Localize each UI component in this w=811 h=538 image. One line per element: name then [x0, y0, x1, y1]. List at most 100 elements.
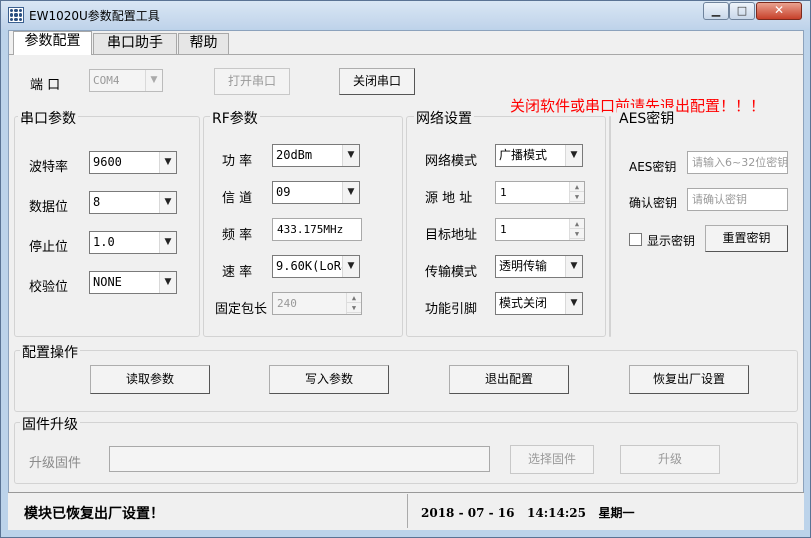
power-select[interactable]: 20dBm ▼ [272, 144, 360, 167]
fixed-length-label: 固定包长 [215, 302, 268, 317]
parity-value: NONE [93, 275, 122, 289]
rf-params-title: RF参数 [210, 108, 260, 128]
aes-key-field[interactable]: 请输入6~32位密钥 [687, 151, 788, 174]
maximize-button[interactable]: □ [729, 2, 755, 20]
app-grid-icon [8, 7, 24, 23]
port-value: COM4 [93, 74, 120, 87]
tab-serial-assistant[interactable]: 串口助手 [93, 33, 177, 54]
port-select[interactable]: COM4 ▼ [89, 69, 163, 92]
chevron-down-icon: ▼ [342, 182, 359, 203]
serial-params-group [14, 116, 200, 337]
close-port-button[interactable]: 关闭串口 [339, 68, 415, 95]
source-address-label: 源 地 址 [425, 191, 473, 206]
target-address-value: 1 [500, 223, 507, 236]
choose-firmware-button[interactable]: 选择固件 [510, 445, 594, 474]
aes-group [609, 116, 611, 337]
chevron-down-icon: ▼ [159, 192, 176, 213]
source-address-value: 1 [500, 186, 507, 199]
firmware-path-field[interactable] [109, 446, 490, 472]
port-label: 端 口 [30, 78, 61, 93]
rate-select[interactable]: 9.60K(LoRa) ▼ [272, 255, 360, 278]
channel-label: 信 道 [222, 191, 253, 206]
power-label: 功 率 [222, 154, 253, 169]
spin-buttons[interactable]: ▲ ▼ [569, 219, 584, 240]
write-params-button[interactable]: 写入参数 [269, 365, 389, 394]
show-key-checkbox[interactable] [629, 233, 642, 246]
reset-key-button[interactable]: 重置密钥 [705, 225, 788, 252]
tab-help[interactable]: 帮助 [178, 33, 229, 54]
spin-down-icon[interactable]: ▼ [347, 303, 361, 313]
read-params-button[interactable]: 读取参数 [90, 365, 210, 394]
app-window: EW1020U参数配置工具 ▁ □ ✕ 参数配置 串口助手 帮助 端 口 COM… [0, 0, 811, 538]
stopbits-select[interactable]: 1.0 ▼ [89, 231, 177, 254]
title-bar[interactable]: EW1020U参数配置工具 ▁ □ ✕ [1, 1, 810, 29]
target-address-label: 目标地址 [425, 228, 478, 243]
network-title: 网络设置 [414, 108, 474, 128]
databits-select[interactable]: 8 ▼ [89, 191, 177, 214]
upgrade-button[interactable]: 升级 [620, 445, 720, 474]
network-mode-label: 网络模式 [425, 154, 478, 169]
transfer-mode-label: 传输模式 [425, 265, 478, 280]
minimize-button[interactable]: ▁ [703, 2, 729, 20]
aes-confirm-field[interactable]: 请确认密钥 [687, 188, 788, 211]
source-address-field[interactable]: 1 ▲ ▼ [495, 181, 585, 204]
spin-buttons[interactable]: ▲ ▼ [569, 182, 584, 203]
frequency-field[interactable]: 433.175MHz [272, 218, 362, 241]
status-datetime: 2018 - 07 - 16 14:14:25 星期一 [421, 506, 635, 520]
target-address-field[interactable]: 1 ▲ ▼ [495, 218, 585, 241]
serial-params-title: 串口参数 [18, 108, 78, 128]
parity-label: 校验位 [29, 280, 69, 295]
baud-value: 9600 [93, 155, 122, 169]
channel-value: 09 [276, 185, 291, 199]
baud-label: 波特率 [29, 160, 69, 175]
rate-label: 速 率 [222, 265, 253, 280]
fixed-length-field[interactable]: 240 ▲ ▼ [272, 292, 362, 315]
spin-down-icon[interactable]: ▼ [570, 229, 584, 239]
spin-up-icon[interactable]: ▲ [347, 293, 361, 303]
function-pin-label: 功能引脚 [425, 302, 478, 317]
network-mode-value: 广播模式 [499, 148, 548, 162]
power-value: 20dBm [276, 148, 313, 162]
firmware-title: 固件升级 [20, 414, 80, 434]
chevron-down-icon: ▼ [159, 232, 176, 253]
aes-title: AES密钥 [617, 108, 677, 128]
channel-select[interactable]: 09 ▼ [272, 181, 360, 204]
transfer-mode-value: 透明传输 [499, 259, 548, 273]
tab-panel: 端 口 COM4 ▼ 打开串口 关闭串口 关闭软件或串口前请先退出配置！！！ 串… [9, 54, 803, 529]
spin-up-icon[interactable]: ▲ [570, 182, 584, 192]
parity-select[interactable]: NONE ▼ [89, 271, 177, 294]
spin-down-icon[interactable]: ▼ [570, 192, 584, 202]
chevron-down-icon: ▼ [342, 145, 359, 166]
config-ops-title: 配置操作 [20, 342, 80, 362]
client-area: 参数配置 串口助手 帮助 端 口 COM4 ▼ 打开串口 关闭串口 关闭软件或串… [8, 30, 804, 530]
chevron-down-icon: ▼ [565, 293, 582, 314]
spin-buttons[interactable]: ▲ ▼ [346, 293, 361, 314]
close-window-button[interactable]: ✕ [756, 2, 802, 20]
tab-parameter-config[interactable]: 参数配置 [13, 31, 92, 55]
show-key-label: 显示密钥 [647, 234, 696, 248]
chevron-down-icon: ▼ [565, 145, 582, 166]
function-pin-value: 模式关闭 [499, 296, 548, 310]
network-mode-select[interactable]: 广播模式 ▼ [495, 144, 583, 167]
exit-config-button[interactable]: 退出配置 [449, 365, 569, 394]
window-title: EW1020U参数配置工具 [29, 9, 160, 23]
status-message-pane: 模块已恢复出厂设置！ [8, 494, 408, 528]
status-message: 模块已恢复出厂设置！ [24, 506, 164, 522]
stopbits-value: 1.0 [93, 235, 115, 249]
databits-value: 8 [93, 195, 101, 209]
spin-up-icon[interactable]: ▲ [570, 219, 584, 229]
chevron-down-icon: ▼ [159, 272, 176, 293]
baud-select[interactable]: 9600 ▼ [89, 151, 177, 174]
function-pin-select[interactable]: 模式关闭 ▼ [495, 292, 583, 315]
chevron-down-icon: ▼ [342, 256, 359, 277]
status-bar: 模块已恢复出厂设置！ 2018 - 07 - 16 14:14:25 星期一 [8, 492, 804, 530]
frequency-label: 频 率 [222, 228, 253, 243]
aes-key-label: AES密钥 [629, 160, 677, 174]
factory-reset-button[interactable]: 恢复出厂设置 [629, 365, 749, 394]
transfer-mode-select[interactable]: 透明传输 ▼ [495, 255, 583, 278]
aes-confirm-label: 确认密钥 [629, 196, 678, 210]
chevron-down-icon: ▼ [565, 256, 582, 277]
open-port-button[interactable]: 打开串口 [214, 68, 290, 95]
chevron-down-icon: ▼ [159, 152, 176, 173]
stopbits-label: 停止位 [29, 240, 69, 255]
